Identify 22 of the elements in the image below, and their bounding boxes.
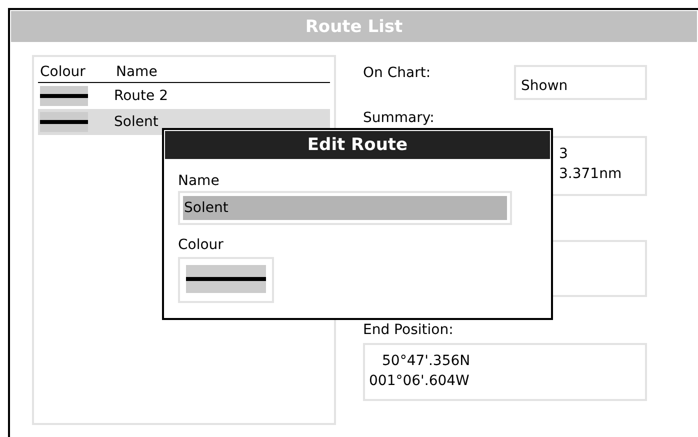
window-title: Route List xyxy=(11,11,697,42)
summary-line: 3.371nm xyxy=(559,165,623,184)
column-header: Colour xyxy=(39,63,86,82)
dialog-title: Edit Route xyxy=(165,131,550,159)
route-name: Solent xyxy=(114,114,158,130)
name-field[interactable]: Solent xyxy=(178,191,512,225)
line-swatch-icon xyxy=(186,265,266,293)
colour-picker[interactable] xyxy=(178,257,274,303)
field-label: Colour xyxy=(178,237,224,253)
route-name: Route 2 xyxy=(114,88,168,104)
field-label: Summary: xyxy=(363,110,436,126)
column-header: Name xyxy=(115,63,158,82)
route-row[interactable]: Route 2 xyxy=(38,83,330,109)
field-label: End Position: xyxy=(363,322,454,338)
on-chart-field: Shown xyxy=(514,65,647,100)
coordinate-text: 50°47'.356N xyxy=(381,352,472,371)
field-label: Name xyxy=(178,173,220,189)
line-swatch-icon xyxy=(40,112,88,132)
field-label: On Chart: xyxy=(363,65,431,81)
summary-line: 3 xyxy=(559,145,569,164)
coordinate-text: 001°06'.604W xyxy=(369,372,470,391)
line-swatch-icon xyxy=(40,86,88,106)
